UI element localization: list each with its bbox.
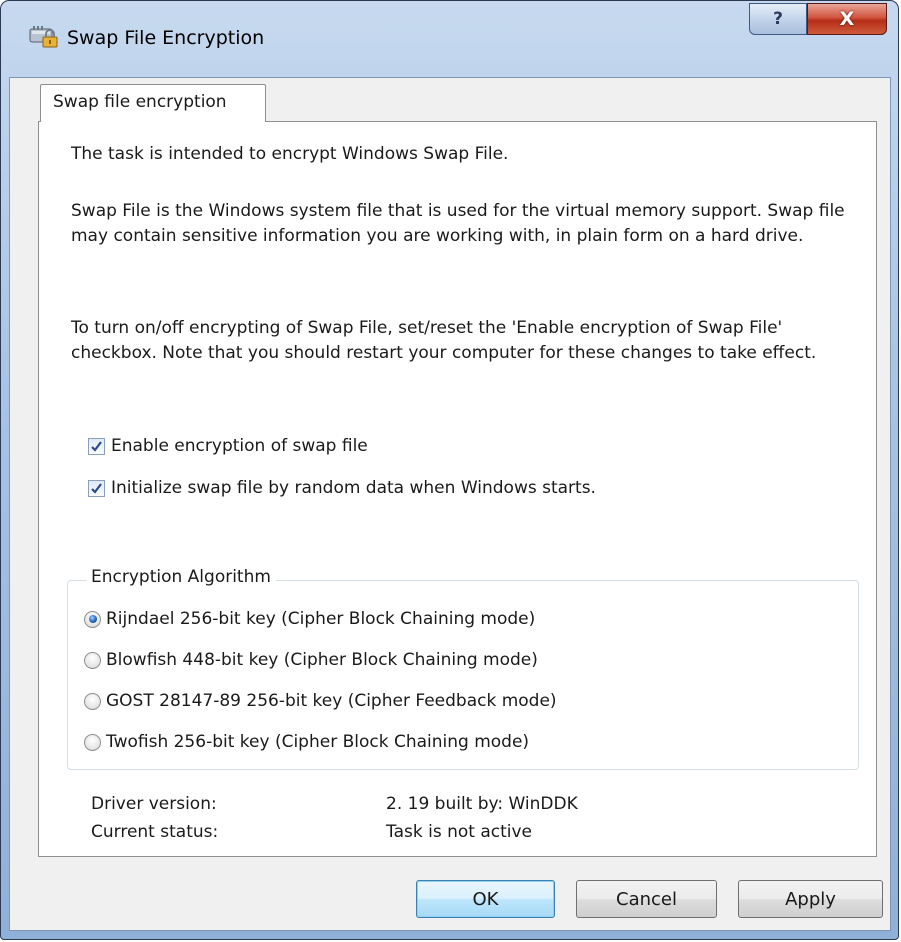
dialog-window: Swap File Encryption ? X Swap file encry… xyxy=(0,0,899,940)
swap-file-description: Swap File is the Windows system file tha… xyxy=(71,201,845,246)
radio-twofish[interactable]: Twofish 256-bit key (Cipher Block Chaini… xyxy=(84,732,529,752)
intro-text: The task is intended to encrypt Windows … xyxy=(71,144,509,164)
radio-button[interactable] xyxy=(84,651,101,669)
radio-gost[interactable]: GOST 28147-89 256-bit key (Cipher Feedba… xyxy=(84,691,557,711)
radio-button-selected[interactable] xyxy=(84,610,101,628)
apply-button[interactable]: Apply xyxy=(738,880,883,918)
driver-version-label: Driver version: xyxy=(91,794,217,814)
instructions-text: To turn on/off encrypting of Swap File, … xyxy=(71,318,817,363)
radio-button[interactable] xyxy=(84,733,101,751)
radio-dot-icon xyxy=(88,615,97,623)
radio-label: Rijndael 256-bit key (Cipher Block Chain… xyxy=(106,609,536,629)
group-legend: Encryption Algorithm xyxy=(86,567,276,587)
driver-version-value: 2. 19 built by: WinDDK xyxy=(386,794,578,814)
tab-page: The task is intended to encrypt Windows … xyxy=(38,121,877,857)
enable-encryption-checkbox[interactable] xyxy=(88,437,105,455)
tab-swap-file-encryption[interactable]: Swap file encryption xyxy=(40,84,266,122)
radio-rijndael[interactable]: Rijndael 256-bit key (Cipher Block Chain… xyxy=(84,609,535,629)
initialize-random-label: Initialize swap file by random data when… xyxy=(111,478,596,498)
radio-label: Blowfish 448-bit key (Cipher Block Chain… xyxy=(106,650,538,670)
current-status-value: Task is not active xyxy=(386,822,532,842)
enable-encryption-option[interactable]: Enable encryption of swap file xyxy=(88,436,368,456)
enable-encryption-label: Enable encryption of swap file xyxy=(111,436,368,456)
radio-blowfish[interactable]: Blowfish 448-bit key (Cipher Block Chain… xyxy=(84,650,538,670)
initialize-random-option[interactable]: Initialize swap file by random data when… xyxy=(88,478,596,498)
current-status-label: Current status: xyxy=(91,822,219,842)
encryption-algorithm-group: Encryption Algorithm Rijndael 256-bit ke… xyxy=(67,567,859,770)
close-icon: X xyxy=(839,8,855,30)
title-bar[interactable]: Swap File Encryption ? X xyxy=(1,1,898,77)
ok-button[interactable]: OK xyxy=(416,880,555,918)
radio-label: Twofish 256-bit key (Cipher Block Chaini… xyxy=(106,732,530,752)
checkmark-icon xyxy=(91,440,102,452)
checkmark-icon xyxy=(91,482,102,494)
drive-lock-icon xyxy=(29,25,61,49)
radio-button[interactable] xyxy=(84,692,101,710)
initialize-random-checkbox[interactable] xyxy=(88,479,105,497)
window-title: Swap File Encryption xyxy=(67,27,265,49)
radio-label: GOST 28147-89 256-bit key (Cipher Feedba… xyxy=(106,691,557,711)
close-button[interactable]: X xyxy=(807,3,887,35)
dialog-client-area: Swap file encryption The task is intende… xyxy=(9,77,891,931)
help-button[interactable]: ? xyxy=(749,3,807,35)
cancel-button[interactable]: Cancel xyxy=(576,880,717,918)
